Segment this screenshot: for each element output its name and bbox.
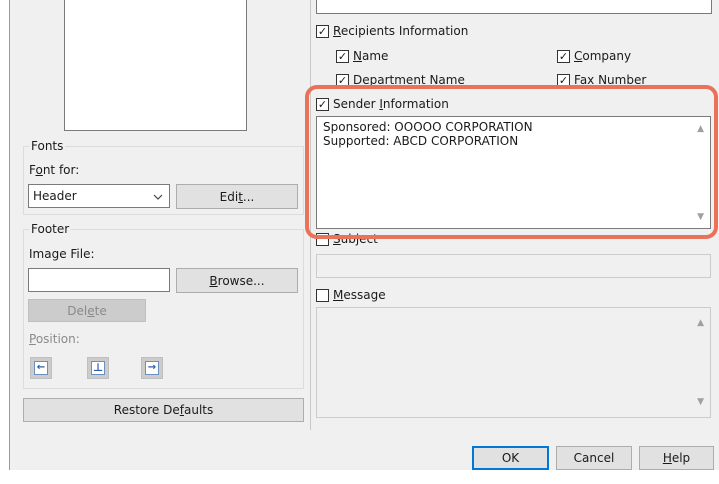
footer-group-title: Footer: [29, 222, 72, 236]
chevron-down-icon: [153, 189, 163, 203]
message-checkbox[interactable]: [316, 288, 329, 302]
center-icon: ⊥: [91, 361, 105, 375]
company-checkbox[interactable]: ✓: [557, 49, 570, 63]
message-row[interactable]: Message: [316, 288, 386, 302]
name-label: Name: [353, 49, 389, 63]
edit-button[interactable]: Edi t...: [176, 184, 298, 209]
restore-defaults-button[interactable]: Restore De f aults: [23, 398, 304, 422]
scroll-up-icon[interactable]: ▲: [697, 316, 704, 330]
position-label: Position:: [29, 332, 80, 346]
image-file-input[interactable]: [28, 268, 170, 292]
company-row[interactable]: ✓ Company: [557, 49, 631, 63]
recipients-info-row[interactable]: ✓ Recipients Information: [316, 24, 468, 38]
arrow-left-icon: ←: [34, 361, 48, 375]
arrow-right-icon: →: [145, 361, 159, 375]
delete-button[interactable]: Del e te: [28, 299, 146, 322]
header-preview-box: [64, 0, 247, 131]
message-textarea[interactable]: ▲ ▼: [316, 307, 711, 418]
message-label: Message: [333, 288, 386, 302]
fonts-group-title: Fonts: [29, 139, 66, 153]
cancel-button[interactable]: Cancel: [556, 446, 632, 470]
font-for-select[interactable]: Header: [28, 184, 170, 208]
help-button[interactable]: Help: [639, 446, 714, 470]
font-for-label: Font for:: [29, 163, 80, 177]
background-strip: [0, 470, 719, 484]
recipients-info-checkbox[interactable]: ✓: [316, 24, 329, 38]
image-file-label: Image File:: [29, 247, 95, 261]
font-for-value: Header: [33, 189, 77, 203]
company-label: Company: [574, 49, 632, 63]
highlight-annotation: [305, 85, 718, 239]
position-right-button[interactable]: →: [141, 357, 163, 379]
position-center-button[interactable]: ⊥: [87, 357, 109, 379]
recipients-info-label: Recipients Information: [333, 24, 469, 38]
scroll-down-icon[interactable]: ▼: [697, 395, 704, 409]
position-left-button[interactable]: ←: [30, 357, 52, 379]
name-row[interactable]: ✓ Name: [336, 49, 388, 63]
name-checkbox[interactable]: ✓: [336, 49, 349, 63]
ok-button[interactable]: OK: [472, 446, 549, 470]
browse-button[interactable]: Browse...: [176, 268, 298, 293]
top-field-remnant[interactable]: [316, 0, 712, 14]
subject-input[interactable]: [316, 254, 711, 278]
